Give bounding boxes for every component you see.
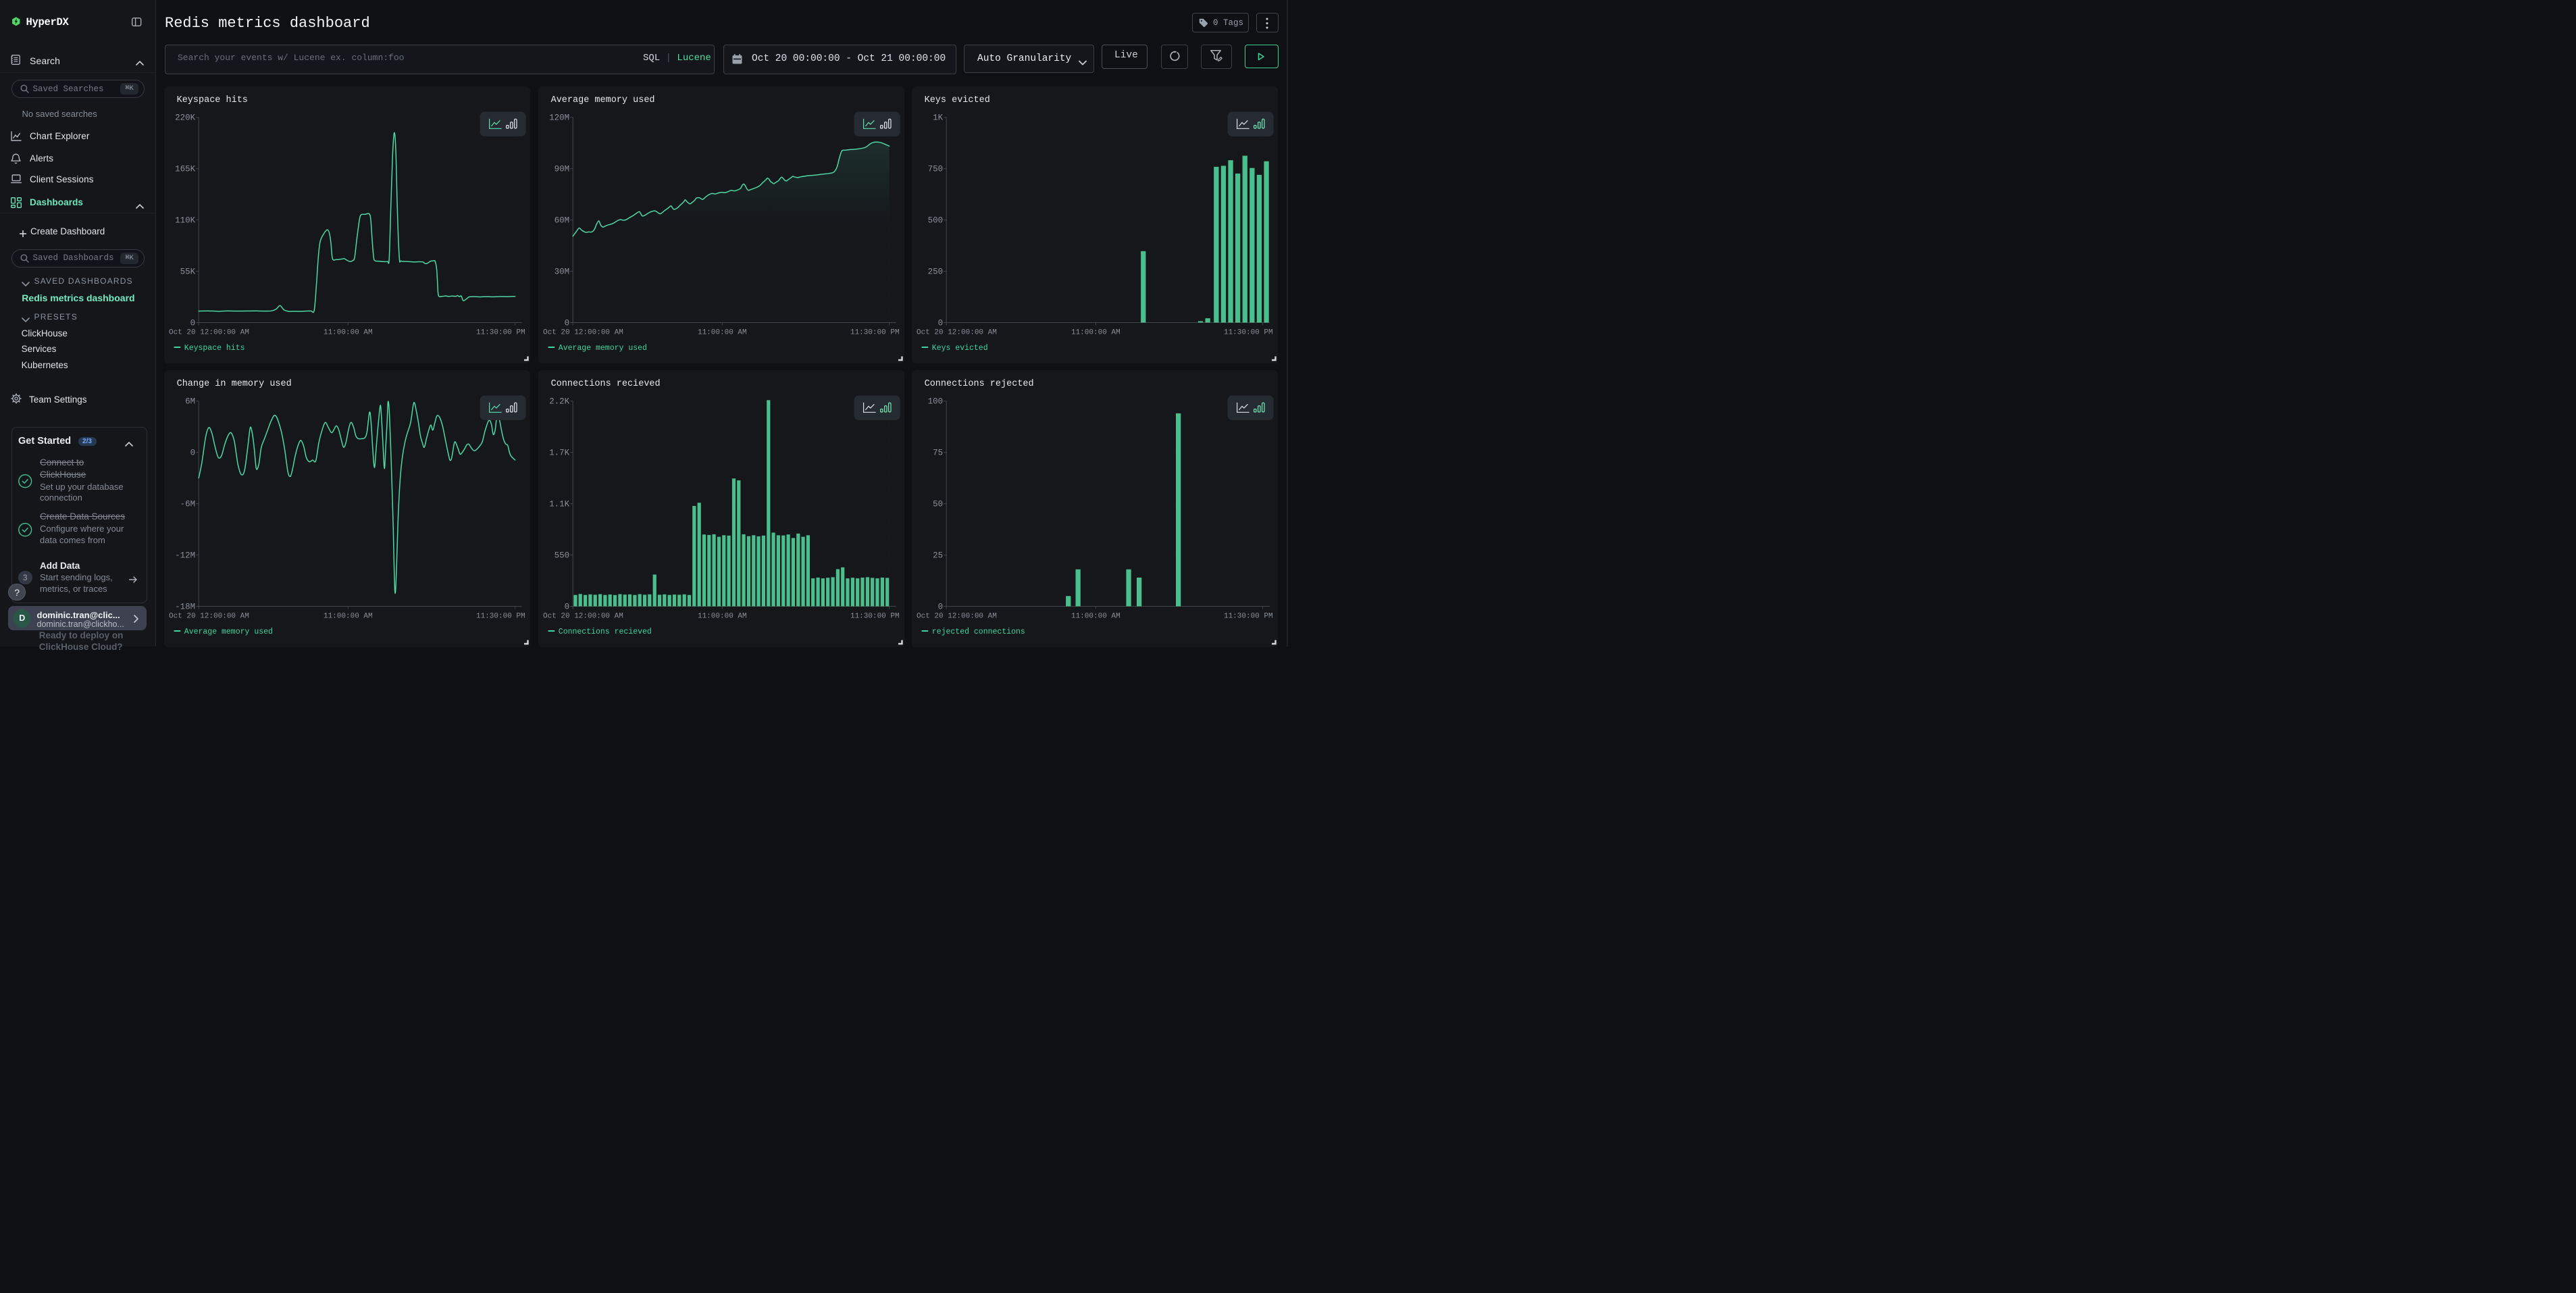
- svg-text:11:30:00 PM: 11:30:00 PM: [1224, 328, 1273, 336]
- svg-text:1.7K: 1.7K: [549, 449, 570, 458]
- svg-text:11:30:00 PM: 11:30:00 PM: [850, 613, 899, 621]
- svg-text:0: 0: [938, 603, 944, 612]
- svg-text:250: 250: [928, 267, 944, 276]
- svg-text:Change in memory used: Change in memory used: [177, 379, 292, 389]
- svg-text:1K: 1K: [933, 113, 944, 122]
- svg-text:25: 25: [933, 551, 943, 561]
- svg-text:Average memory used: Average memory used: [184, 628, 273, 636]
- svg-text:Connections recieved: Connections recieved: [558, 628, 651, 636]
- svg-text:220K: 220K: [175, 113, 196, 122]
- svg-text:100: 100: [928, 397, 944, 407]
- svg-text:Average memory used: Average memory used: [550, 95, 654, 105]
- svg-text:Oct 20 12:00:00 AM: Oct 20 12:00:00 AM: [917, 328, 997, 336]
- svg-text:2.2K: 2.2K: [549, 397, 570, 407]
- svg-text:Oct 20 12:00:00 AM: Oct 20 12:00:00 AM: [169, 328, 249, 336]
- svg-text:Oct 20 12:00:00 AM: Oct 20 12:00:00 AM: [917, 613, 997, 621]
- svg-text:Keys evicted: Keys evicted: [925, 95, 990, 105]
- svg-text:-18M: -18M: [175, 603, 195, 612]
- svg-text:Oct 20 12:00:00 AM: Oct 20 12:00:00 AM: [169, 613, 249, 621]
- svg-text:30M: 30M: [554, 267, 569, 276]
- svg-text:-6M: -6M: [180, 500, 196, 509]
- svg-text:75: 75: [933, 449, 943, 458]
- svg-text:rejected connections: rejected connections: [932, 628, 1025, 636]
- svg-text:11:30:00 PM: 11:30:00 PM: [1224, 613, 1273, 621]
- svg-text:-12M: -12M: [175, 551, 195, 561]
- svg-text:55K: 55K: [180, 267, 196, 276]
- svg-text:0: 0: [190, 449, 196, 458]
- svg-text:Keyspace hits: Keyspace hits: [184, 344, 245, 353]
- svg-text:550: 550: [554, 551, 569, 561]
- svg-text:0: 0: [564, 603, 569, 612]
- svg-text:0: 0: [190, 318, 196, 328]
- svg-text:11:00:00 AM: 11:00:00 AM: [697, 328, 746, 336]
- svg-text:1.1K: 1.1K: [549, 500, 570, 509]
- svg-text:110K: 110K: [175, 216, 196, 225]
- svg-text:11:30:00 PM: 11:30:00 PM: [476, 328, 525, 336]
- svg-text:Connections rejected: Connections rejected: [925, 379, 1034, 389]
- svg-text:11:00:00 AM: 11:00:00 AM: [324, 328, 373, 336]
- svg-text:500: 500: [928, 216, 944, 225]
- svg-text:0: 0: [938, 318, 944, 328]
- svg-text:Average memory used: Average memory used: [558, 344, 646, 353]
- svg-text:750: 750: [928, 164, 944, 174]
- svg-text:60M: 60M: [554, 216, 569, 225]
- svg-text:120M: 120M: [549, 113, 569, 122]
- svg-text:11:00:00 AM: 11:00:00 AM: [1071, 328, 1120, 336]
- svg-text:0: 0: [564, 318, 569, 328]
- svg-text:11:30:00 PM: 11:30:00 PM: [476, 613, 525, 621]
- svg-text:90M: 90M: [554, 164, 569, 174]
- svg-text:165K: 165K: [175, 164, 196, 174]
- svg-text:Oct 20 12:00:00 AM: Oct 20 12:00:00 AM: [543, 613, 623, 621]
- svg-text:Keyspace hits: Keyspace hits: [177, 95, 248, 105]
- svg-text:11:00:00 AM: 11:00:00 AM: [324, 613, 373, 621]
- svg-text:11:00:00 AM: 11:00:00 AM: [1071, 613, 1120, 621]
- svg-text:Oct 20 12:00:00 AM: Oct 20 12:00:00 AM: [543, 328, 623, 336]
- svg-text:6M: 6M: [185, 397, 195, 407]
- svg-text:11:30:00 PM: 11:30:00 PM: [850, 328, 899, 336]
- svg-text:50: 50: [933, 500, 943, 509]
- svg-text:11:00:00 AM: 11:00:00 AM: [697, 613, 746, 621]
- svg-text:Connections recieved: Connections recieved: [550, 379, 660, 389]
- svg-text:Keys evicted: Keys evicted: [932, 344, 988, 353]
